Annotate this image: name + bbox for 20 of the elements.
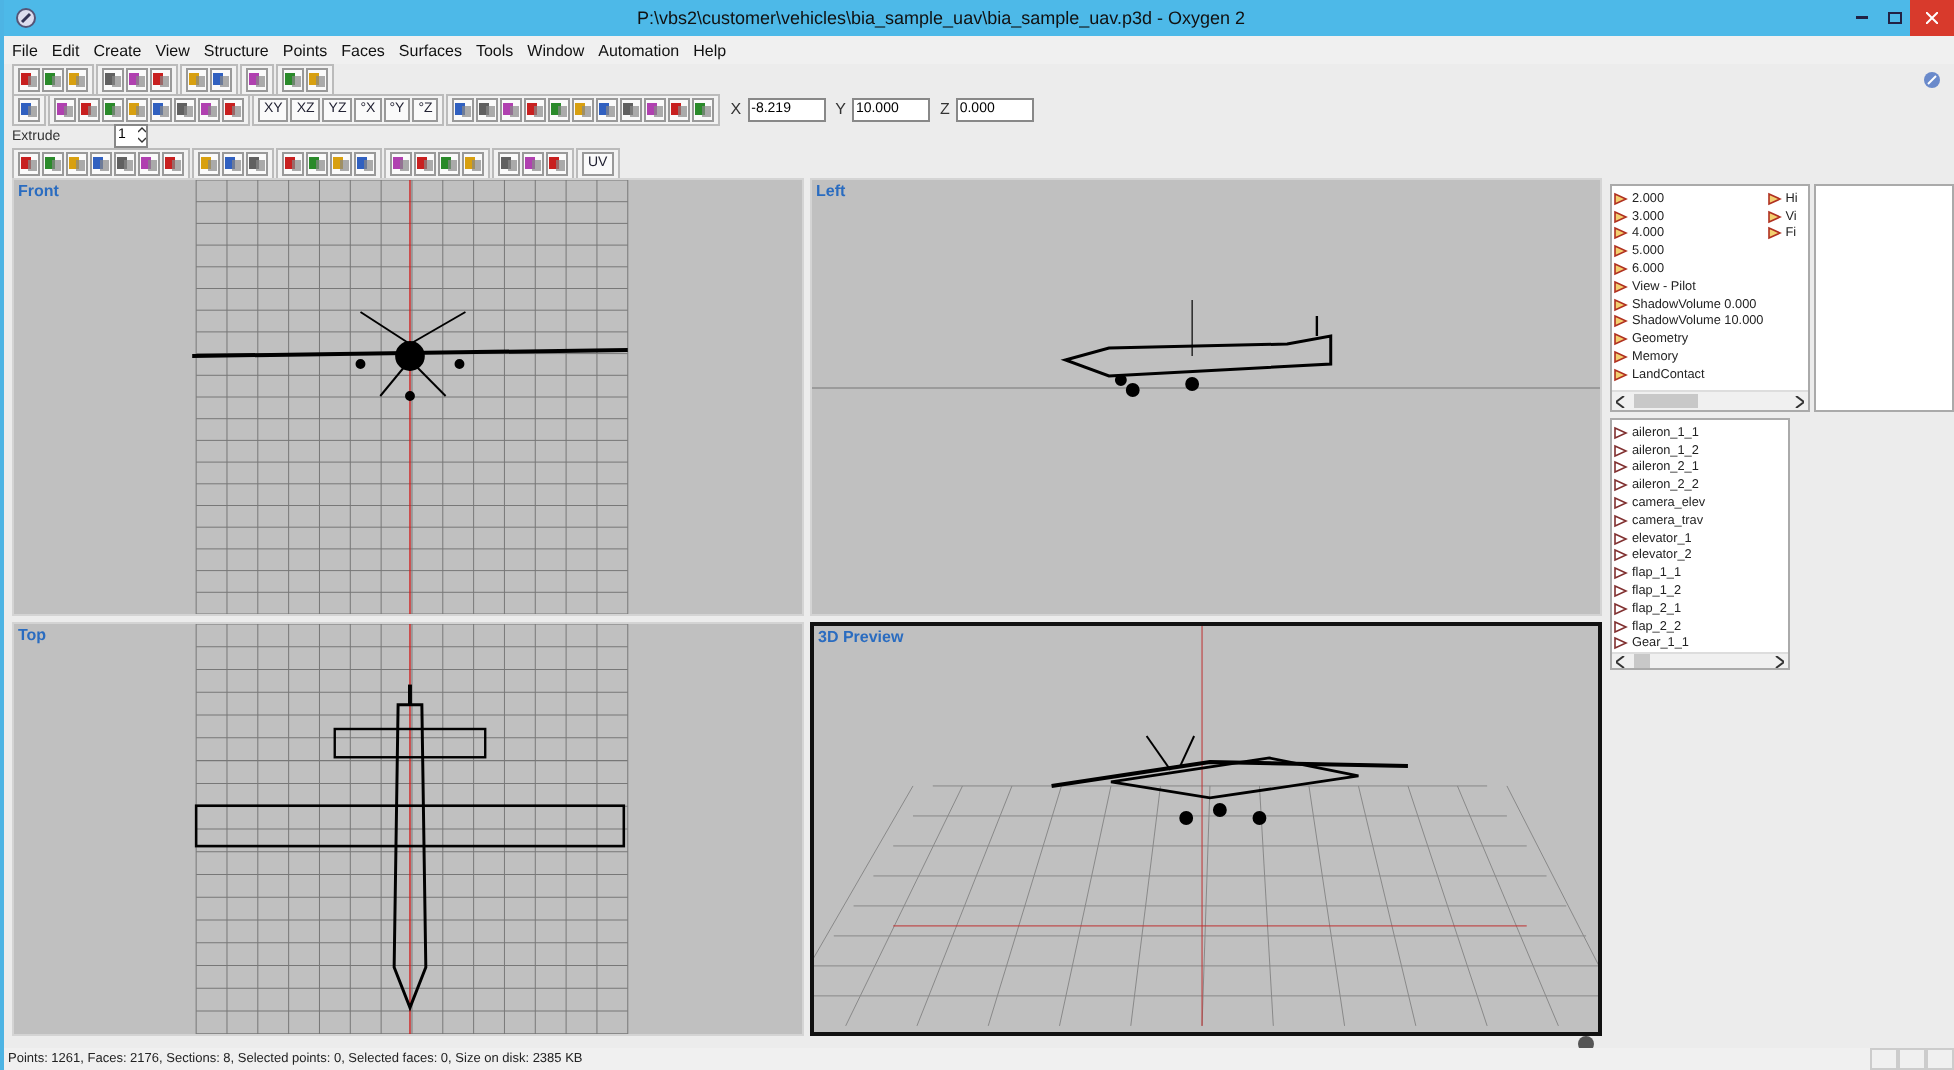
menu-item[interactable]: Automation (598, 41, 680, 59)
viewport-title: Left (816, 182, 846, 200)
menu-item[interactable]: Edit (51, 41, 80, 59)
viewport-title: 3D Preview (818, 628, 904, 646)
menu-item[interactable]: Help (693, 41, 727, 59)
menu-item[interactable]: Structure (203, 41, 269, 59)
coordinate-label: X (730, 100, 742, 118)
window-title: P:\vbs2\customer\vehicles\bia_sample_uav\bia_sample_uav.p3d - Oxygen 2 (634, 8, 1247, 28)
menu-item[interactable]: Tools (475, 41, 514, 59)
viewport-title: Top (18, 626, 47, 644)
menu-item[interactable]: Surfaces (398, 41, 462, 59)
coordinate-label: Z (939, 100, 950, 118)
viewport-title: Front (18, 182, 59, 200)
menu-item[interactable]: Points (282, 41, 328, 59)
menu-item[interactable]: Faces (341, 41, 385, 59)
coordinate-label: Y (835, 100, 846, 118)
menu-item[interactable]: Window (527, 41, 585, 59)
menu-item[interactable]: View (155, 41, 190, 59)
menu-item[interactable]: Create (93, 41, 142, 59)
menu-item[interactable]: File (12, 41, 38, 59)
